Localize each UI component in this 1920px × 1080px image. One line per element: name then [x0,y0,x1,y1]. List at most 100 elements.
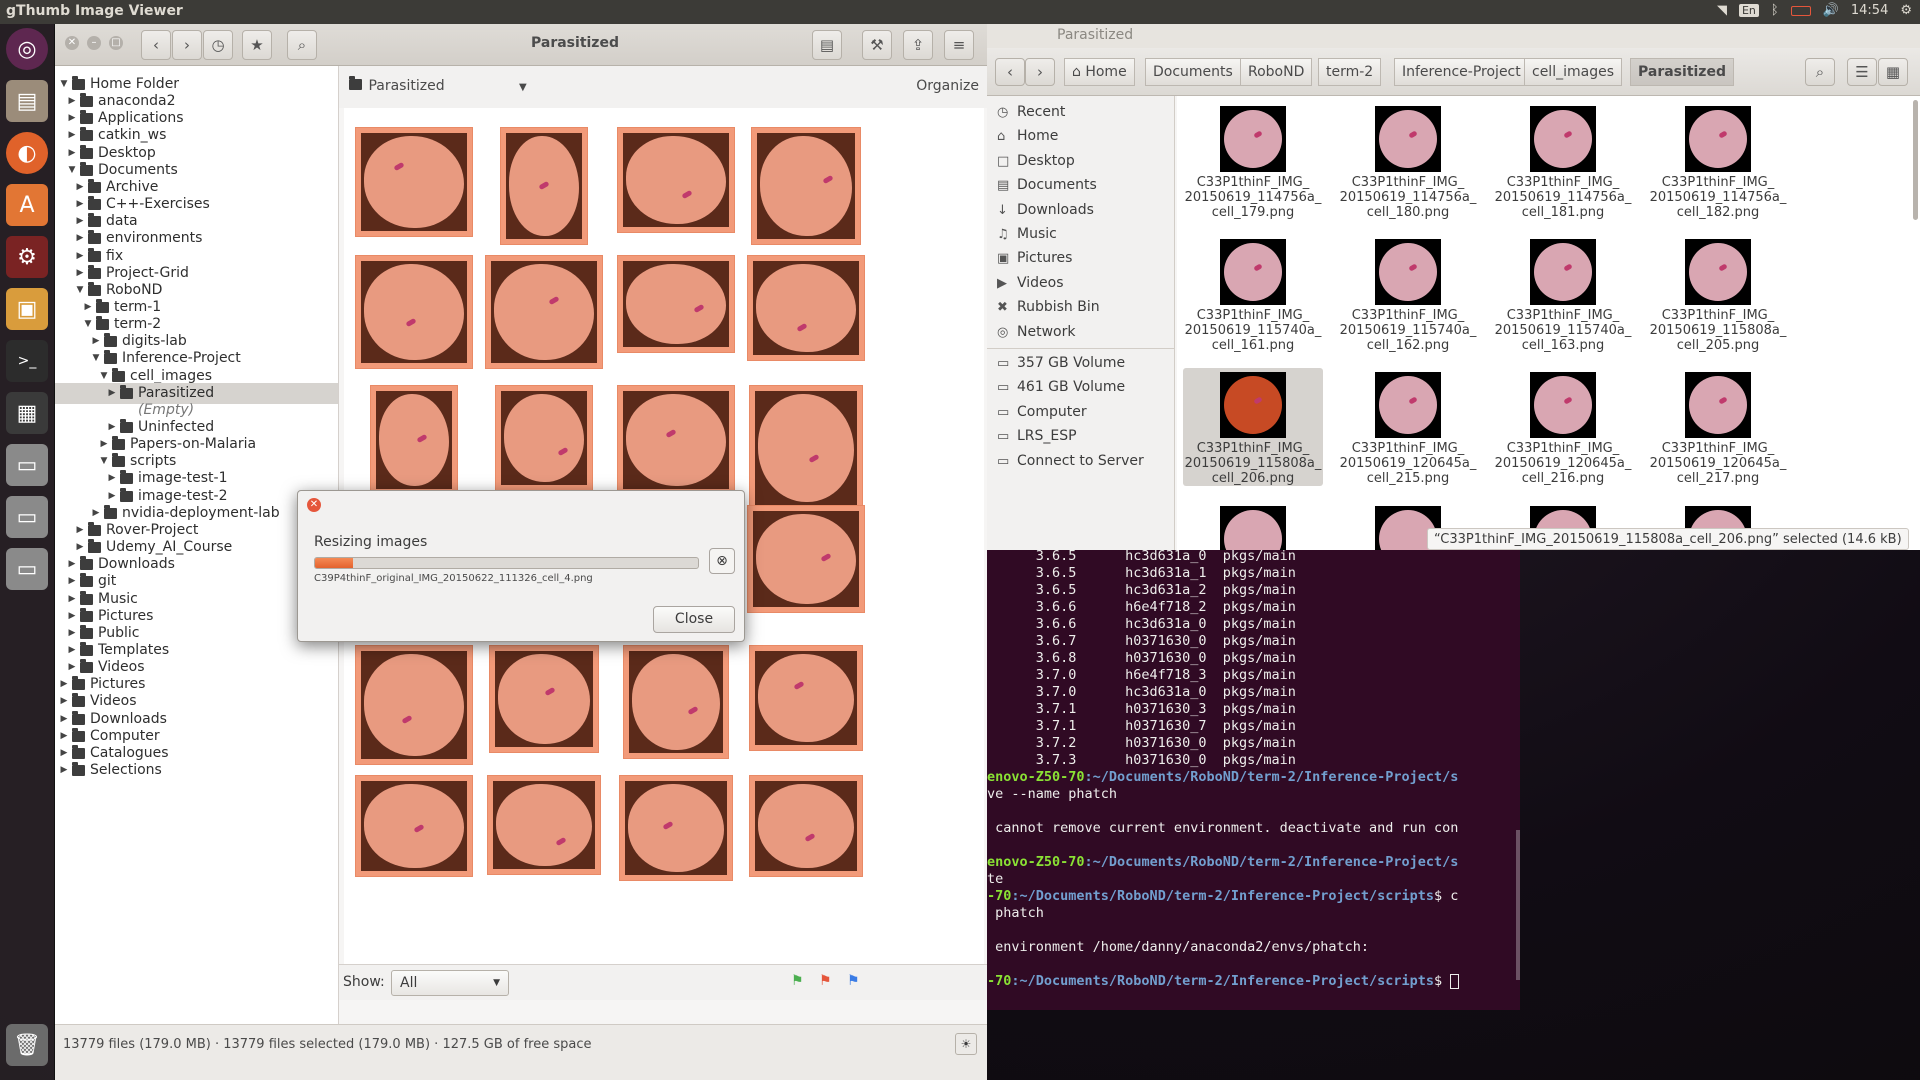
wifi-icon[interactable]: ◥ [1717,3,1727,18]
clock[interactable]: 14:54 [1851,3,1888,18]
sidebar-item[interactable]: ◷ Recent [997,100,1065,124]
image-thumbnail[interactable] [488,776,600,874]
tools-icon[interactable]: ⚒ [862,30,892,60]
close-icon[interactable]: ✕ [307,498,321,512]
image-thumbnail[interactable] [371,386,457,494]
breadcrumb-item[interactable]: Parasitized [1630,58,1734,86]
maximize-icon[interactable]: □ [109,36,123,50]
sidebar-item[interactable]: ◎ Network [997,320,1075,344]
organize-button[interactable]: Organize [916,78,979,94]
scrollbar[interactable] [1913,100,1918,220]
sidebar-item[interactable]: ✖ Rubbish Bin [997,295,1100,319]
cancel-icon[interactable]: ⊗ [709,548,735,574]
file-item[interactable]: C33P1thinF_IMG_ 20150619_114756a_ cell_182… [1648,102,1788,220]
software-center-icon[interactable]: A [6,184,48,226]
gear-icon[interactable]: ⚙ [1900,3,1912,18]
comment-icon[interactable]: ▤ [812,30,842,60]
image-thumbnail[interactable] [748,256,864,360]
expander-closed-icon[interactable]: ▶ [59,760,69,781]
image-thumbnail[interactable] [356,256,472,368]
file-item[interactable]: C33P1thinF_IMG_ 20150619_120645a_ cell_215… [1338,368,1478,486]
sidebar-item[interactable]: ↓ Downloads [997,198,1094,222]
menu-icon[interactable]: ≡ [944,30,974,60]
green-flag-icon[interactable]: ⚑ [791,973,804,989]
file-item[interactable]: C33P1thinF_IMG_ 20150619_114756a_ cell_180… [1338,102,1478,220]
sidebar-item[interactable]: ▭ 357 GB Volume [997,351,1125,375]
image-thumbnail[interactable] [490,646,598,752]
breadcrumb-item[interactable]: cell_images [1524,58,1622,86]
image-thumbnail[interactable] [356,128,472,236]
scrollbar[interactable] [1516,830,1520,980]
search-icon[interactable]: ⌕ [1805,58,1835,86]
search-icon[interactable]: ⌕ [287,30,317,60]
location-selector[interactable]: Parasitized ▼ [349,76,527,94]
settings-icon[interactable]: ⚙ [6,236,48,278]
red-flag-icon[interactable]: ⚑ [819,973,832,989]
breadcrumb-item[interactable]: Documents [1145,58,1241,86]
image-thumbnail[interactable] [748,506,864,612]
file-item[interactable]: C33P1thinF_IMG_ 20150619_115808a_ cell_206… [1183,368,1323,486]
ubuntu-logo-icon[interactable]: ◎ [6,28,48,70]
image-thumbnail[interactable] [624,646,728,758]
history-icon[interactable]: ◷ [203,30,233,60]
terminal-window[interactable]: 3.6.5 hc3d631a_0 pkgs/main 3.6.5 hc3d631… [987,550,1520,1010]
file-item[interactable]: C33P1thinF_IMG_ 20150619_115740a_ cell_163… [1493,235,1633,353]
file-thumbnail[interactable] [1220,506,1286,550]
file-item[interactable]: C33P1thinF_IMG_ 20150619_115740a_ cell_162… [1338,235,1478,353]
volume-icon[interactable]: 🔊 [1823,3,1839,18]
file-item[interactable]: C33P1thinF_IMG_ 20150619_120645a_ cell_216… [1493,368,1633,486]
bluetooth-icon[interactable]: ᛒ [1771,3,1779,18]
image-thumbnail[interactable] [356,776,472,876]
image-viewer-icon[interactable]: ▣ [6,288,48,330]
file-item[interactable]: C33P1thinF_IMG_ 20150619_114756a_ cell_181… [1493,102,1633,220]
lightbulb-icon[interactable]: ☀ [955,1033,977,1055]
battery-icon[interactable] [1790,5,1811,16]
list-view-icon[interactable]: ☰ [1847,58,1877,86]
sidebar-item[interactable]: ▤ Documents [997,173,1097,197]
breadcrumb-item[interactable]: Inference-Project [1394,58,1529,86]
forward-button[interactable]: › [1025,58,1055,86]
sidebar-item[interactable]: ▭ 461 GB Volume [997,375,1125,399]
sidebar-item[interactable]: ⌂ Home [997,124,1058,148]
tree-item[interactable]: ▶ Selections [59,760,162,781]
image-thumbnail[interactable] [750,386,862,510]
image-thumbnail[interactable] [496,386,592,490]
sidebar-item[interactable]: ▭ Computer [997,400,1087,424]
image-thumbnail[interactable] [356,646,472,764]
sidebar-item[interactable]: ▣ Pictures [997,246,1072,270]
image-thumbnail[interactable] [750,646,862,750]
breadcrumb-item[interactable]: term-2 [1318,58,1382,86]
minimize-icon[interactable]: – [87,36,101,50]
image-thumbnail[interactable] [618,256,734,352]
image-thumbnail[interactable] [620,776,732,880]
forward-button[interactable]: › [172,30,202,60]
breadcrumb-item[interactable]: ⌂ Home [1064,58,1135,86]
firefox-icon[interactable]: ◐ [6,132,48,174]
close-button[interactable]: Close [653,606,735,633]
close-icon[interactable]: ✕ [65,36,79,50]
sidebar-item[interactable]: □ Desktop [997,149,1075,173]
file-item[interactable]: C33P1thinF_IMG_ 20150619_114756a_ cell_179… [1183,102,1323,220]
sidebar-item[interactable]: ▭ Connect to Server [997,449,1144,473]
image-thumbnail[interactable] [501,128,587,244]
star-icon[interactable]: ★ [242,30,272,60]
drive-icon[interactable]: ▭ [6,496,48,538]
image-thumbnail[interactable] [486,256,602,368]
image-thumbnail[interactable] [750,776,862,876]
file-item[interactable]: C33P1thinF_IMG_ 20150619_115808a_ cell_205… [1648,235,1788,353]
sidebar-item[interactable]: ▶ Videos [997,271,1064,295]
tree-item[interactable]: ▶ Parasitized [55,382,338,404]
drive-icon[interactable]: ▭ [6,444,48,486]
file-item[interactable]: C33P1thinF_IMG_ 20150619_120645a_ cell_217… [1648,368,1788,486]
terminal-icon[interactable]: >_ [6,340,48,382]
image-thumbnail[interactable] [752,128,860,244]
sidebar-item[interactable]: ♫ Music [997,222,1057,246]
image-thumbnail[interactable] [618,128,734,232]
trash-icon[interactable]: 🗑 [6,1024,48,1066]
share-icon[interactable]: ⇪ [903,30,933,60]
files-icon[interactable]: ▤ [6,80,48,122]
back-button[interactable]: ‹ [995,58,1025,86]
show-filter-select[interactable]: All ▼ [391,970,509,996]
file-item[interactable]: C33P1thinF_IMG_ 20150619_115740a_ cell_161… [1183,235,1323,353]
keyboard-layout[interactable]: En [1738,4,1759,17]
